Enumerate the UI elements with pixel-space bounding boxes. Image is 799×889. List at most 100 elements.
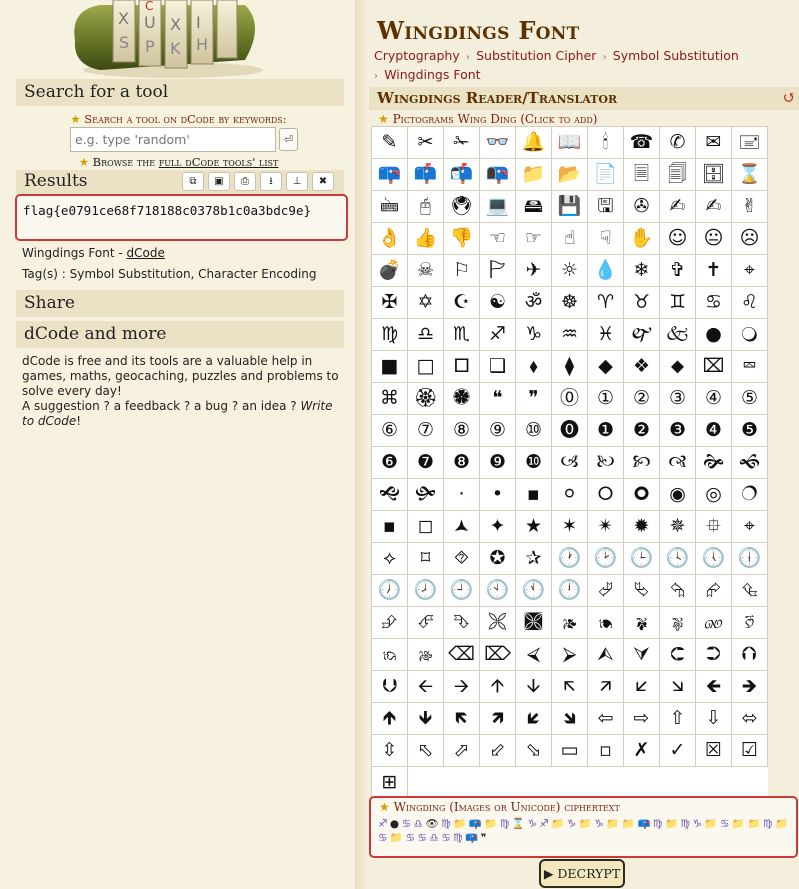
decrypt-button[interactable]: ▶ DECRYPT	[539, 859, 625, 888]
symbol-cell[interactable]: 📁	[516, 159, 552, 191]
symbol-cell[interactable]: ⬄	[732, 703, 768, 735]
symbol-cell[interactable]: ❻	[372, 447, 408, 479]
symbol-cell[interactable]: ❷	[624, 415, 660, 447]
symbol-cell[interactable]: ☪	[444, 287, 480, 319]
symbol-cell[interactable]: 🙔	[588, 607, 624, 639]
symbol-cell[interactable]: ♏	[444, 319, 480, 351]
symbol-cell[interactable]: ✶	[552, 511, 588, 543]
symbol-cell[interactable]: ❽	[444, 447, 480, 479]
symbol-cell[interactable]: 👎	[444, 223, 480, 255]
symbol-cell[interactable]: ✉	[696, 127, 732, 159]
symbol-cell[interactable]: ⇨	[624, 703, 660, 735]
symbol-cell[interactable]: 🕖	[372, 575, 408, 607]
symbol-cell[interactable]: 🙣	[660, 447, 696, 479]
symbol-cell[interactable]: 🕯	[588, 127, 624, 159]
symbol-cell[interactable]: 🙫	[516, 607, 552, 639]
symbol-cell[interactable]: 🖮	[372, 191, 408, 223]
symbol-cell[interactable]: ♓	[588, 319, 624, 351]
symbol-cell[interactable]: ⚐	[444, 255, 480, 287]
symbol-cell[interactable]: 💻	[480, 191, 516, 223]
symbol-cell[interactable]: ✦	[480, 511, 516, 543]
symbol-cell[interactable]: ◻	[408, 511, 444, 543]
symbol-cell[interactable]: ⑨	[480, 415, 516, 447]
symbol-cell[interactable]: 🔾	[732, 319, 768, 351]
symbol-cell[interactable]: 🡺	[732, 671, 768, 703]
symbol-cell[interactable]: 🡹	[372, 703, 408, 735]
symbol-cell[interactable]: ☟	[588, 223, 624, 255]
symbol-cell[interactable]: ☎	[624, 127, 660, 159]
symbol-cell[interactable]: ♎	[408, 319, 444, 351]
symbol-cell[interactable]: 🖃	[732, 127, 768, 159]
symbol-cell[interactable]: ⬧	[516, 351, 552, 383]
close-icon[interactable]: ✖	[312, 172, 334, 191]
symbol-cell[interactable]: ☺	[660, 223, 696, 255]
symbol-cell[interactable]: ⯑	[444, 543, 480, 575]
symbol-cell[interactable]: ✵	[660, 511, 696, 543]
symbol-cell[interactable]: ✍	[696, 191, 732, 223]
symbol-cell[interactable]: ⮳	[696, 575, 732, 607]
symbol-cell[interactable]: 🕒	[624, 543, 660, 575]
breadcrumb-cryptography[interactable]: Cryptography	[374, 48, 460, 63]
symbol-cell[interactable]: ⮷	[444, 607, 480, 639]
symbol-cell[interactable]: 🟂	[444, 511, 480, 543]
symbol-cell[interactable]: 🕑	[588, 543, 624, 575]
dcode-link[interactable]: dCode	[126, 246, 164, 260]
symbol-cell[interactable]: ☑	[732, 735, 768, 767]
symbol-cell[interactable]: ☸	[552, 287, 588, 319]
symbol-cell[interactable]: ✇	[624, 191, 660, 223]
symbol-cell[interactable]: ②	[624, 383, 660, 415]
symbol-cell[interactable]: ☜	[480, 223, 516, 255]
symbol-cell[interactable]: ⮛	[624, 639, 660, 671]
symbol-cell[interactable]: ⇦	[588, 703, 624, 735]
symbol-cell[interactable]: ▫	[588, 735, 624, 767]
symbol-cell[interactable]: ✓	[660, 735, 696, 767]
symbol-cell[interactable]: 🡿	[516, 703, 552, 735]
symbol-cell[interactable]: ❼	[408, 447, 444, 479]
symbol-cell[interactable]: ✰	[516, 543, 552, 575]
symbol-cell[interactable]: ⇧	[660, 703, 696, 735]
download-icon[interactable]: ⭳	[260, 172, 282, 191]
symbol-cell[interactable]: 🡩	[480, 671, 516, 703]
symbol-cell[interactable]: ❝	[480, 383, 516, 415]
symbol-cell[interactable]: ⓪	[552, 383, 588, 415]
symbol-cell[interactable]: ✍	[660, 191, 696, 223]
symbol-cell[interactable]: □	[408, 351, 444, 383]
symbol-cell[interactable]: ⇳	[372, 735, 408, 767]
symbol-cell[interactable]: ⌑	[408, 543, 444, 575]
symbol-cell[interactable]: ✞	[660, 255, 696, 287]
symbol-cell[interactable]: ③	[660, 383, 696, 415]
symbol-cell[interactable]: ⬥	[660, 351, 696, 383]
symbol-cell[interactable]: ⮋	[372, 671, 408, 703]
symbol-cell[interactable]: 📖	[552, 127, 588, 159]
symbol-cell[interactable]: 👍	[408, 223, 444, 255]
symbol-cell[interactable]: 🗐	[660, 159, 696, 191]
symbol-cell[interactable]: 🕐	[552, 543, 588, 575]
symbol-cell[interactable]: ⮉	[732, 639, 768, 671]
symbol-cell[interactable]: ●	[696, 319, 732, 351]
symbol-cell[interactable]: 🙟	[408, 479, 444, 511]
symbol-cell[interactable]: ⮲	[660, 575, 696, 607]
symbol-cell[interactable]: ❺	[732, 415, 768, 447]
symbol-cell[interactable]: 🙞	[696, 447, 732, 479]
symbol-cell[interactable]: 📬	[444, 159, 480, 191]
symbol-cell[interactable]: 🙠	[588, 447, 624, 479]
symbol-cell[interactable]: ♉	[624, 287, 660, 319]
symbol-cell[interactable]: 💾	[552, 191, 588, 223]
symbol-cell[interactable]: ⮶	[408, 607, 444, 639]
symbol-cell[interactable]: ✝	[696, 255, 732, 287]
symbol-cell[interactable]: ⑥	[372, 415, 408, 447]
symbol-cell[interactable]: 🡭	[588, 671, 624, 703]
symbol-cell[interactable]: ♍	[372, 319, 408, 351]
symbol-cell[interactable]: ⬂	[516, 735, 552, 767]
symbol-cell[interactable]: ▭	[552, 735, 588, 767]
dcode-logo[interactable]: X U X I S P K H C	[55, 0, 270, 78]
symbol-cell[interactable]: ⯐	[696, 511, 732, 543]
symbol-cell[interactable]: 🙜	[732, 447, 768, 479]
symbol-cell[interactable]: 🖰	[408, 191, 444, 223]
symbol-cell[interactable]: ✂	[408, 127, 444, 159]
symbol-cell[interactable]: 🕚	[516, 575, 552, 607]
symbol-cell[interactable]: ✴	[588, 511, 624, 543]
symbol-cell[interactable]: ⮹	[732, 351, 768, 383]
symbol-cell[interactable]: 🙕	[552, 607, 588, 639]
symbol-cell[interactable]: ⑤	[732, 383, 768, 415]
